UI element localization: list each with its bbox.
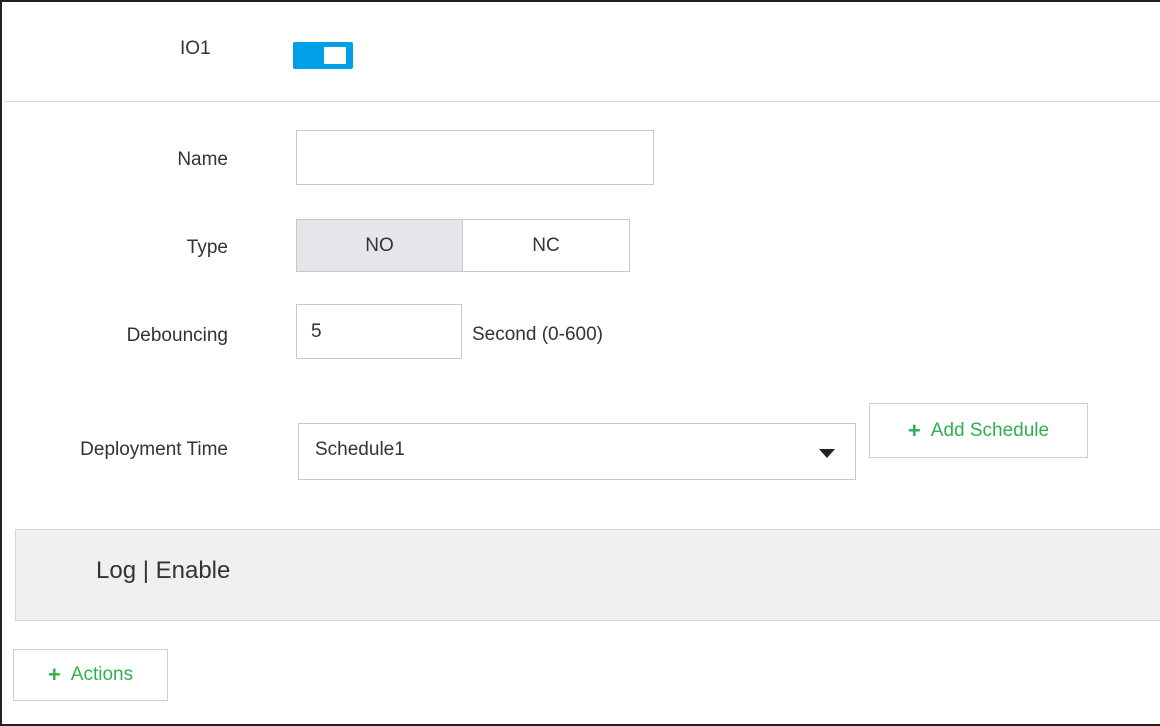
deployment-time-label: Deployment Time <box>80 439 228 460</box>
io-header: IO1 <box>4 4 1160 102</box>
add-schedule-label: Add Schedule <box>930 419 1050 441</box>
config-panel: IO1 Name Type NO NC Debouncing Second (0… <box>0 0 1160 726</box>
name-input[interactable] <box>296 130 654 185</box>
type-option-no[interactable]: NO <box>296 219 463 272</box>
actions-label: Actions <box>70 664 134 685</box>
chevron-down-icon <box>819 449 835 458</box>
plus-icon: + <box>907 417 921 443</box>
add-actions-button[interactable]: + Actions <box>13 649 168 701</box>
deployment-time-select[interactable]: Schedule1 <box>298 423 856 480</box>
name-label: Name <box>177 149 228 170</box>
plus-icon: + <box>47 662 61 687</box>
toggle-knob <box>324 47 346 64</box>
debouncing-label: Debouncing <box>126 325 228 346</box>
deployment-time-value: Schedule1 <box>315 439 405 460</box>
debouncing-unit: Second (0-600) <box>472 324 603 345</box>
io-enable-toggle[interactable] <box>293 42 353 69</box>
type-label: Type <box>186 237 228 258</box>
log-enable-label: Log | Enable <box>96 557 231 584</box>
type-option-nc[interactable]: NC <box>462 219 630 272</box>
log-section[interactable]: Log | Enable <box>15 529 1160 621</box>
io-label: IO1 <box>180 38 211 59</box>
add-schedule-button[interactable]: + Add Schedule <box>869 403 1088 458</box>
debouncing-input[interactable] <box>296 304 462 359</box>
